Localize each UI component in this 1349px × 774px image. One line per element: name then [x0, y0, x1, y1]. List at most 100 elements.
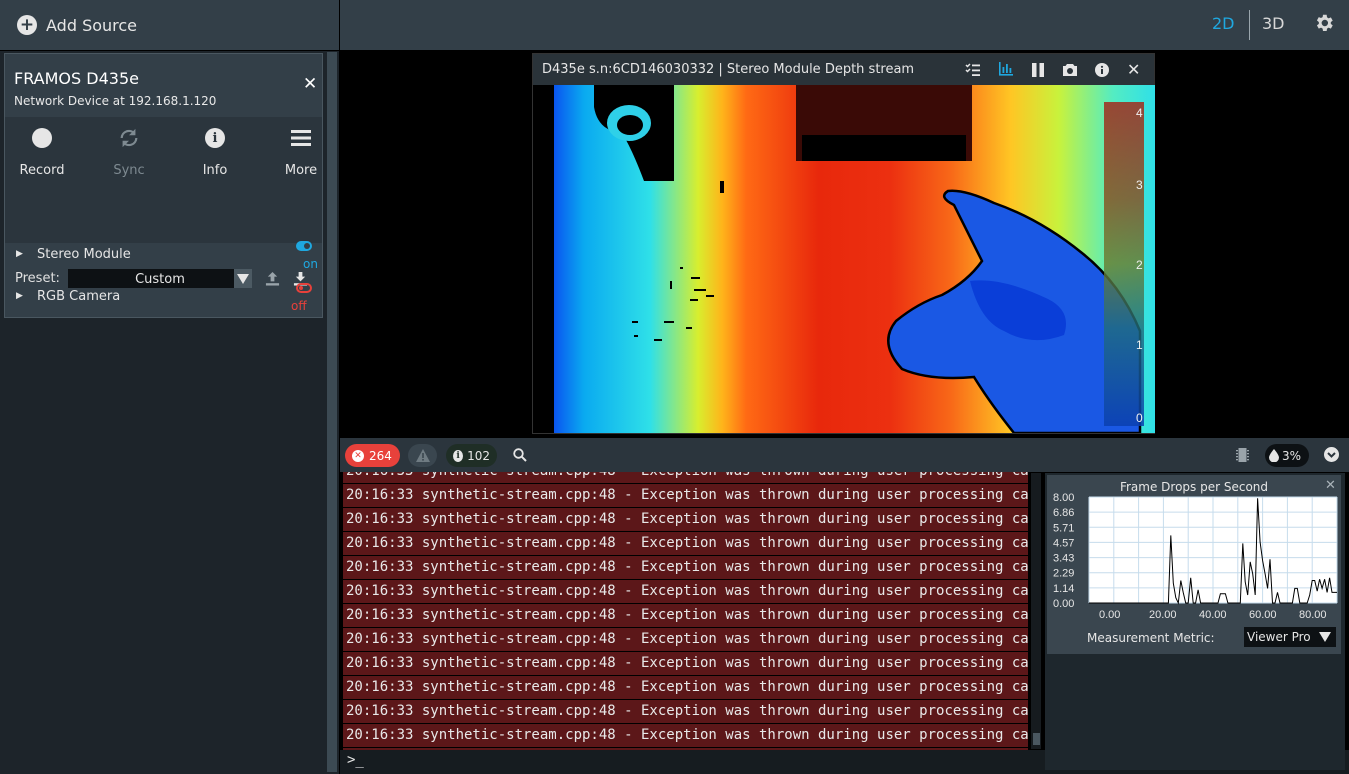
- device-panel: FRAMOS D435e Network Device at 192.168.1…: [4, 53, 323, 318]
- log-line: 20:16:33 synthetic-stream.cpp:48 - Excep…: [343, 472, 1028, 483]
- rgb-camera-toggle[interactable]: [296, 283, 312, 293]
- search-icon[interactable]: [513, 448, 527, 462]
- close-chart-icon[interactable]: ✕: [1325, 478, 1336, 493]
- y-tick-label: 8.00: [1053, 493, 1074, 504]
- rgb-camera-state: off: [291, 299, 307, 313]
- expand-rgb-icon[interactable]: ▶: [16, 291, 23, 301]
- expand-stereo-icon[interactable]: ▶: [16, 249, 23, 259]
- record-label: Record: [19, 163, 65, 178]
- add-source-label: Add Source: [46, 15, 138, 35]
- y-tick-label: 0.00: [1053, 598, 1074, 610]
- record-icon: [32, 128, 52, 148]
- device-name: FRAMOS D435e: [14, 69, 139, 88]
- chevron-down-icon: [1319, 632, 1331, 642]
- more-button[interactable]: More: [271, 125, 331, 178]
- log-line: 20:16:33 synthetic-stream.cpp:48 - Excep…: [343, 508, 1028, 531]
- colorbar-tick-0: 0: [1136, 411, 1143, 425]
- drop-icon: [1269, 449, 1279, 462]
- colorbar-tick-1: 1: [1136, 338, 1143, 352]
- more-label: More: [284, 163, 318, 178]
- error-filter-button[interactable]: ✕ 264: [345, 444, 400, 467]
- sync-button[interactable]: Sync: [99, 125, 159, 178]
- y-tick-label: 4.57: [1053, 537, 1074, 549]
- device-actions: Record Sync i Info More Preset: Custom: [5, 117, 322, 288]
- gear-icon[interactable]: [1313, 12, 1335, 34]
- close-stream-icon[interactable]: ✕: [1127, 60, 1140, 79]
- info-count: 102: [467, 448, 490, 463]
- warning-filter-button[interactable]: [408, 444, 437, 467]
- preset-label: Preset:: [15, 271, 60, 286]
- menu-icon: [271, 125, 331, 151]
- error-count: 264: [369, 448, 392, 463]
- info-button[interactable]: i Info: [185, 125, 245, 178]
- log-scrollbar[interactable]: [1031, 473, 1041, 749]
- upload-icon[interactable]: [265, 271, 280, 286]
- error-icon: ✕: [352, 449, 364, 462]
- colorbar-tick-2: 2: [1136, 258, 1143, 272]
- colorbar-tick-3: 3: [1136, 178, 1143, 192]
- info-filter-button[interactable]: i 102: [446, 444, 497, 467]
- log-line: 20:16:33 synthetic-stream.cpp:48 - Excep…: [343, 604, 1028, 627]
- chevron-down-icon: [1327, 452, 1336, 458]
- log-line: 20:16:33 synthetic-stream.cpp:48 - Excep…: [343, 724, 1028, 747]
- sync-icon: [99, 125, 159, 151]
- chart-icon[interactable]: [998, 62, 1013, 76]
- depth-image: 4 3 2 1 0: [534, 85, 1155, 433]
- sync-label: Sync: [113, 163, 145, 178]
- mode-divider: [1249, 10, 1250, 40]
- add-source-button[interactable]: + Add Source: [17, 15, 137, 35]
- chevron-down-icon[interactable]: [234, 269, 252, 288]
- plus-icon: +: [17, 15, 37, 35]
- stream-header: D435e s.n:6CD146030332 | Stereo Module D…: [533, 54, 1154, 85]
- stream-title: D435e s.n:6CD146030332 | Stereo Module D…: [542, 62, 915, 77]
- terminal-prompt-icon: >_: [347, 752, 364, 768]
- toggle-knob: [304, 243, 310, 249]
- measurement-metric-label: Measurement Metric:: [1087, 631, 1215, 645]
- x-tick-label: 20.00: [1149, 609, 1177, 621]
- log-output[interactable]: 20:16:33 synthetic-stream.cpp:48 - Excep…: [343, 472, 1043, 750]
- log-line: 20:16:33 synthetic-stream.cpp:48 - Excep…: [343, 532, 1028, 555]
- log-line: 20:16:33 synthetic-stream.cpp:48 - Excep…: [343, 580, 1028, 603]
- cpu-usage-badge: 3%: [1265, 444, 1309, 467]
- mode-3d-button[interactable]: 3D: [1262, 14, 1285, 33]
- rgb-camera-label[interactable]: RGB Camera: [37, 289, 120, 304]
- checklist-icon[interactable]: [965, 63, 981, 77]
- x-tick-label: 40.00: [1199, 609, 1227, 621]
- measurement-metric-select[interactable]: Viewer Pro: [1244, 627, 1336, 647]
- y-tick-label: 2.29: [1053, 568, 1074, 580]
- log-line: 20:16:33 synthetic-stream.cpp:48 - Excep…: [343, 676, 1028, 699]
- info-icon: i: [453, 449, 464, 462]
- view-toolbar: [340, 0, 1349, 50]
- frame-drops-title: Frame Drops per Second: [1119, 480, 1269, 494]
- stereo-module-label[interactable]: Stereo Module: [37, 247, 131, 262]
- frame-drops-panel: Frame Drops per Second ✕ 8.00 6.86 5.71 4.5…: [1047, 475, 1341, 654]
- record-button[interactable]: Record: [12, 125, 72, 178]
- collapse-log-button[interactable]: [1324, 447, 1339, 462]
- pause-icon[interactable]: [1031, 63, 1045, 77]
- depth-stream-window: D435e s.n:6CD146030332 | Stereo Module D…: [532, 53, 1155, 434]
- y-tick-label: 5.71: [1053, 522, 1074, 534]
- mode-2d-button[interactable]: 2D: [1212, 14, 1235, 33]
- log-line: 20:16:33 synthetic-stream.cpp:48 - Excep…: [343, 628, 1028, 651]
- log-line: 20:16:33 synthetic-stream.cpp:48 - Excep…: [343, 700, 1028, 723]
- cpu-icon: [1236, 448, 1249, 462]
- log-line: 20:16:33 synthetic-stream.cpp:48 - Excep…: [343, 652, 1028, 675]
- info-label: Info: [202, 163, 228, 178]
- info-icon[interactable]: [1095, 63, 1109, 77]
- log-scrollbar-thumb[interactable]: [1033, 733, 1040, 745]
- x-tick-label: 60.00: [1249, 609, 1277, 621]
- preset-select[interactable]: Custom: [68, 269, 252, 288]
- stereo-module-toggle[interactable]: [296, 241, 312, 251]
- metric-value: Viewer Pro: [1247, 630, 1311, 644]
- close-device-icon[interactable]: ✕: [303, 74, 317, 94]
- camera-icon[interactable]: [1062, 63, 1078, 77]
- y-tick-label: 6.86: [1053, 507, 1074, 519]
- colorbar-tick-4: 4: [1136, 106, 1143, 120]
- toggle-knob: [299, 286, 303, 290]
- y-tick-label: 1.14: [1053, 583, 1074, 595]
- warning-icon: [415, 449, 430, 462]
- top-toolbar: + Add Source: [0, 0, 339, 50]
- log-line: 20:16:33 synthetic-stream.cpp:48 - Excep…: [343, 556, 1028, 579]
- device-address: Network Device at 192.168.1.120: [14, 94, 217, 108]
- cpu-usage-value: 3%: [1282, 448, 1302, 463]
